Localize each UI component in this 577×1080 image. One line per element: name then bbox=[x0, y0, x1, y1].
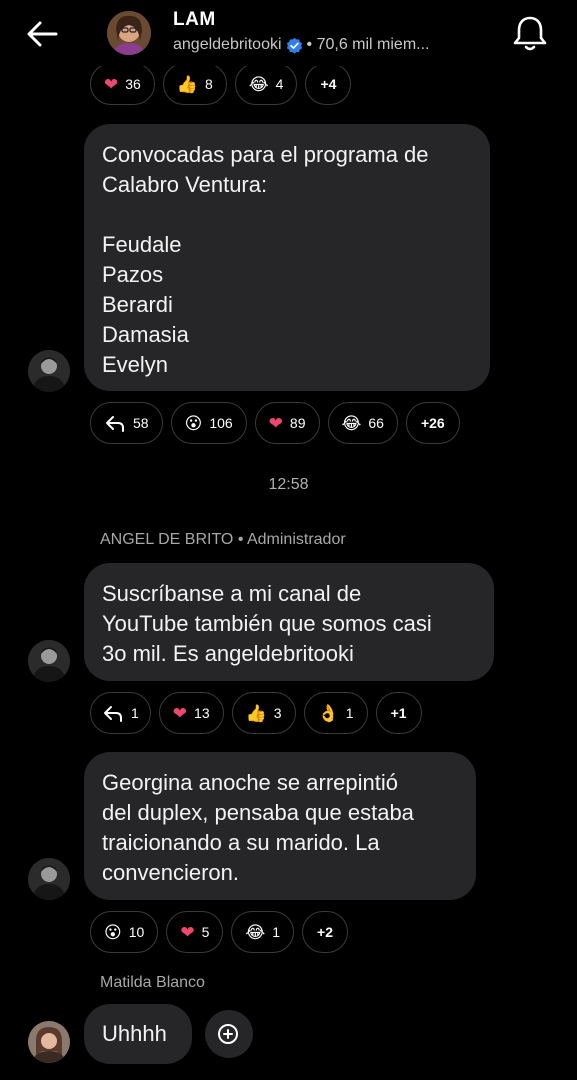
reaction-count: 3 bbox=[273, 705, 282, 721]
laughing-face-icon: 😂 bbox=[341, 413, 362, 433]
reaction-count: 5 bbox=[201, 924, 210, 940]
reaction-count: 106 bbox=[209, 415, 233, 431]
message-line: Feudale bbox=[102, 232, 182, 257]
back-arrow-icon[interactable] bbox=[22, 14, 62, 54]
reaction-count: 89 bbox=[289, 415, 306, 431]
reaction-count: 1 bbox=[272, 924, 281, 940]
reaction-count: 36 bbox=[125, 76, 141, 92]
sender-avatar[interactable] bbox=[28, 1021, 70, 1063]
sender-avatar[interactable] bbox=[28, 640, 70, 682]
message-line: Uhhhh bbox=[102, 1021, 167, 1046]
message-line: Berardi bbox=[102, 292, 173, 317]
laughing-face-icon: 😂 bbox=[248, 74, 269, 94]
reply-icon bbox=[104, 706, 122, 722]
add-emoji-icon bbox=[218, 1024, 238, 1044]
message-line: Evelyn bbox=[102, 352, 169, 377]
more-reactions-button[interactable]: +2 bbox=[302, 911, 348, 953]
reaction-laughing[interactable]: 😂 66 bbox=[327, 402, 398, 444]
reaction-row: 1 ❤ 13 👍 3 👌 1 +1 bbox=[90, 692, 422, 734]
reaction-count: 1 bbox=[131, 705, 139, 721]
heart-icon: ❤ bbox=[268, 413, 283, 433]
channel-title[interactable]: LAM bbox=[173, 9, 216, 31]
message-bubble[interactable]: Convocadas para el programa de Calabro V… bbox=[84, 124, 490, 391]
laughing-face-icon: 😂 bbox=[245, 922, 266, 942]
reaction-laughing[interactable]: 😂 4 bbox=[234, 63, 298, 105]
reaction-heart[interactable]: ❤ 13 bbox=[158, 692, 224, 734]
verified-badge-icon bbox=[286, 37, 302, 54]
message-bubble[interactable]: Georgina anoche se arrepintió del duplex… bbox=[84, 752, 476, 900]
surprised-face-icon: 😮 bbox=[184, 413, 203, 433]
reaction-count: 4 bbox=[275, 76, 284, 92]
more-reactions-button[interactable]: +26 bbox=[405, 402, 460, 444]
message-line-blank bbox=[102, 200, 472, 230]
reaction-count: 10 bbox=[128, 924, 145, 940]
more-reactions-button[interactable]: +1 bbox=[375, 692, 422, 734]
reaction-count: 1 bbox=[345, 705, 354, 721]
sender-name: Matilda Blanco bbox=[100, 974, 205, 991]
message-bubble[interactable]: Uhhhh bbox=[84, 1004, 192, 1064]
more-reactions-button[interactable]: +4 bbox=[305, 63, 352, 105]
reaction-row: ❤ 36 👍 8 😂 4 +4 bbox=[90, 63, 352, 105]
message-line: Pazos bbox=[102, 262, 164, 287]
message-line: Convocadas para el programa de bbox=[102, 142, 429, 167]
reaction-laughing[interactable]: 😂 1 bbox=[231, 911, 295, 953]
message-line: YouTube también que somos casi bbox=[102, 611, 432, 636]
reaction-surprised[interactable]: 😮 106 bbox=[170, 402, 247, 444]
message-line: Suscríbanse a mi canal de bbox=[102, 581, 362, 606]
message-line: traicionando a su marido. La bbox=[102, 830, 380, 855]
sender-name: ANGEL DE BRITO • Administrador bbox=[100, 531, 346, 548]
message-line: Georgina anoche se arrepintió bbox=[102, 770, 398, 795]
channel-avatar[interactable] bbox=[107, 11, 151, 55]
sender-avatar[interactable] bbox=[28, 350, 70, 392]
sender-avatar[interactable] bbox=[28, 858, 70, 900]
message-line: Calabro Ventura: bbox=[102, 172, 268, 197]
reaction-surprised[interactable]: 😮 10 bbox=[90, 911, 159, 953]
message-line: del duplex, pensaba que estaba bbox=[102, 800, 414, 825]
reaction-heart[interactable]: ❤ 89 bbox=[254, 402, 320, 444]
message-bubble[interactable]: Suscríbanse a mi canal de YouTube tambié… bbox=[84, 563, 494, 681]
reaction-heart[interactable]: ❤ 36 bbox=[90, 63, 155, 105]
surprised-face-icon: 😮 bbox=[104, 922, 122, 942]
heart-icon: ❤ bbox=[172, 703, 188, 723]
message-timestamp: 12:58 bbox=[268, 476, 309, 493]
heart-icon: ❤ bbox=[104, 74, 119, 94]
reaction-count: 8 bbox=[205, 76, 213, 92]
message-line: Damasia bbox=[102, 322, 189, 347]
channel-subtitle[interactable]: angeldebritooki • 70,6 mil miem... bbox=[173, 36, 430, 54]
reply-icon bbox=[106, 416, 124, 432]
thumbs-up-icon: 👍 bbox=[245, 703, 267, 723]
reaction-thumbs-up[interactable]: 👍 3 bbox=[231, 692, 296, 734]
message-line: 3o mil. Es angeldebritooki bbox=[102, 641, 354, 666]
reaction-count: 58 bbox=[133, 415, 149, 431]
reaction-count: 66 bbox=[368, 415, 384, 431]
reply-count-button[interactable]: 58 bbox=[90, 402, 163, 444]
add-reaction-button[interactable] bbox=[205, 1010, 253, 1058]
reaction-row: 😮 10 ❤ 5 😂 1 +2 bbox=[90, 911, 348, 953]
reaction-ok-hand[interactable]: 👌 1 bbox=[303, 692, 368, 734]
reply-count-button[interactable]: 1 bbox=[90, 692, 151, 734]
channel-handle: angeldebritooki bbox=[173, 36, 282, 53]
reaction-row: 58 😮 106 ❤ 89 😂 66 +26 bbox=[90, 402, 460, 444]
reaction-count: 13 bbox=[194, 705, 210, 721]
channel-header: LAM angeldebritooki • 70,6 mil miem... bbox=[0, 0, 577, 66]
member-count: • 70,6 mil miem... bbox=[306, 36, 430, 53]
reaction-thumbs-up[interactable]: 👍 8 bbox=[162, 63, 227, 105]
bell-icon[interactable] bbox=[510, 12, 550, 54]
reaction-heart[interactable]: ❤ 5 bbox=[166, 911, 224, 953]
thumbs-up-icon: 👍 bbox=[176, 74, 198, 94]
message-line: convencieron. bbox=[102, 860, 239, 885]
heart-icon: ❤ bbox=[180, 922, 195, 942]
ok-hand-icon: 👌 bbox=[317, 703, 339, 723]
